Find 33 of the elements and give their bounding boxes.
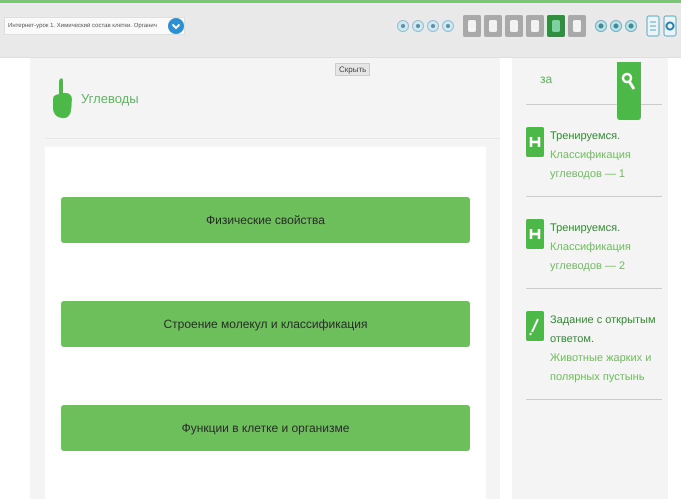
item-title[interactable]: Тренируемся. xyxy=(550,127,662,146)
nav-square-icon[interactable] xyxy=(484,15,502,37)
circle-icon[interactable] xyxy=(427,20,439,32)
item-link[interactable]: Животные жарких и полярных пустынь xyxy=(550,349,662,387)
circle-icon[interactable] xyxy=(397,20,409,32)
circle-icon[interactable] xyxy=(595,20,607,32)
circle-icon[interactable] xyxy=(412,20,424,32)
nav-square-icon[interactable] xyxy=(526,15,544,37)
circle-icon[interactable] xyxy=(610,20,622,32)
document-icon[interactable] xyxy=(646,15,660,37)
nav-square-icon[interactable] xyxy=(568,15,586,37)
nav-square-icon[interactable] xyxy=(463,15,481,37)
section-button[interactable]: Строение молекул и классификация xyxy=(61,301,470,347)
section-title: Углеводы xyxy=(81,90,139,106)
section-button[interactable]: Функции в клетке и организме xyxy=(61,405,470,451)
circle-icon[interactable] xyxy=(442,20,454,32)
circle-icon[interactable] xyxy=(625,20,637,32)
item-title[interactable]: Тренируемся. xyxy=(550,219,662,238)
pointing-hand-icon xyxy=(51,77,73,119)
search-icon xyxy=(621,72,637,92)
nav-square-icon[interactable] xyxy=(505,15,523,37)
refresh-icon[interactable] xyxy=(663,15,677,37)
dumbbell-icon xyxy=(526,219,544,249)
hide-button[interactable]: Скрыть xyxy=(335,63,370,76)
caret-icon xyxy=(168,18,184,34)
search-tab[interactable] xyxy=(617,62,641,120)
item-title[interactable]: Задание с открытым ответом. xyxy=(550,311,662,349)
item-link[interactable]: Классификация углеводов — 2 xyxy=(550,238,662,276)
dumbbell-icon xyxy=(526,127,544,157)
item-link[interactable]: Классификация углеводов — 1 xyxy=(550,146,662,184)
section-button[interactable]: Физические свойства xyxy=(61,197,470,243)
nav-square-icon[interactable] xyxy=(547,15,565,37)
pencil-icon xyxy=(526,311,544,341)
